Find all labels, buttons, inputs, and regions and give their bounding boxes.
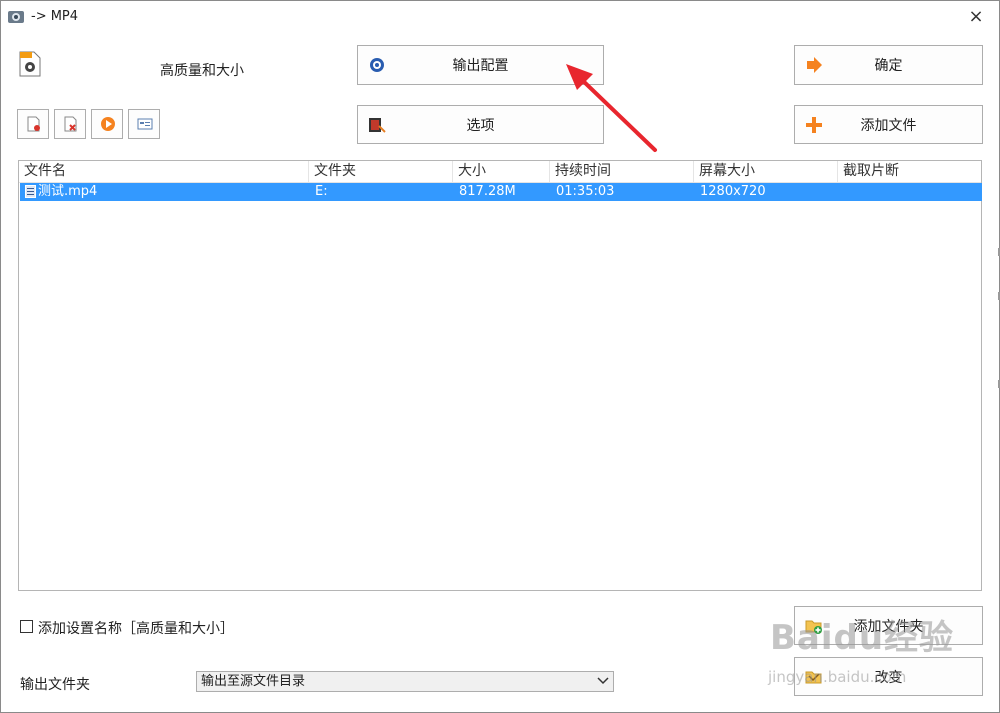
output-config-button[interactable]: 输出配置: [357, 45, 604, 85]
cell-duration: 01:35:03: [556, 184, 615, 199]
media-info-button[interactable]: [128, 109, 160, 139]
watermark-brand: Baidu经验: [770, 618, 955, 658]
cell-resolution: 1280x720: [700, 184, 766, 199]
chevron-down-icon: [597, 677, 609, 685]
remove-file-button[interactable]: [17, 109, 49, 139]
title-bar: -> MP4 ×: [1, 1, 999, 33]
close-button[interactable]: ×: [953, 1, 999, 33]
options-button[interactable]: 选项: [357, 105, 604, 144]
col-clip[interactable]: 截取片断: [838, 161, 981, 182]
info-window-icon: [137, 118, 153, 130]
output-folder-label: 输出文件夹: [20, 677, 90, 693]
add-setting-name-label: 添加设置名称［高质量和大小］: [38, 621, 234, 637]
clear-list-button[interactable]: [54, 109, 86, 139]
cell-folder: E:: [315, 184, 328, 199]
cell-size: 817.28M: [459, 184, 516, 199]
table-row[interactable]: 测试.mp4 E: 817.28M 01:35:03 1280x720: [20, 183, 982, 201]
output-folder-select[interactable]: 输出至源文件目录: [196, 671, 614, 692]
add-file-label: 添加文件: [860, 117, 917, 134]
watermark-url: jingyan.baidu.com: [768, 668, 907, 686]
ok-button[interactable]: 确定: [794, 45, 983, 85]
col-filename[interactable]: 文件名: [19, 161, 309, 182]
output-config-label: 输出配置: [452, 58, 509, 74]
mp4-profile-icon: [19, 51, 41, 77]
col-size[interactable]: 大小: [453, 161, 550, 182]
play-icon: [101, 117, 115, 131]
window-title: -> MP4: [31, 9, 79, 24]
cell-filename: 测试.mp4: [38, 184, 98, 199]
file-remove-icon: [27, 116, 40, 132]
file-delete-icon: [64, 116, 77, 132]
video-file-icon: [25, 185, 36, 198]
play-button[interactable]: [91, 109, 123, 139]
app-icon: [8, 11, 24, 23]
col-resolution[interactable]: 屏幕大小: [694, 161, 838, 182]
file-list[interactable]: 文件名 文件夹 大小 持续时间 屏幕大小 截取片断 测试.mp4 E: 817.…: [18, 160, 982, 591]
ok-label: 确定: [874, 58, 903, 74]
options-label: 选项: [466, 117, 495, 134]
add-file-button[interactable]: 添加文件: [794, 105, 983, 144]
add-setting-name-checkbox[interactable]: [20, 620, 33, 633]
col-duration[interactable]: 持续时间: [550, 161, 694, 182]
col-folder[interactable]: 文件夹: [309, 161, 453, 182]
converter-window: -> MP4 × 高质量和大小 输出配置 选项 确定 添加文件 文件名 文件夹 …: [0, 0, 1000, 713]
output-folder-value: 输出至源文件目录: [201, 674, 306, 689]
list-header: 文件名 文件夹 大小 持续时间 屏幕大小 截取片断: [19, 161, 981, 183]
profile-label: 高质量和大小: [160, 63, 244, 79]
